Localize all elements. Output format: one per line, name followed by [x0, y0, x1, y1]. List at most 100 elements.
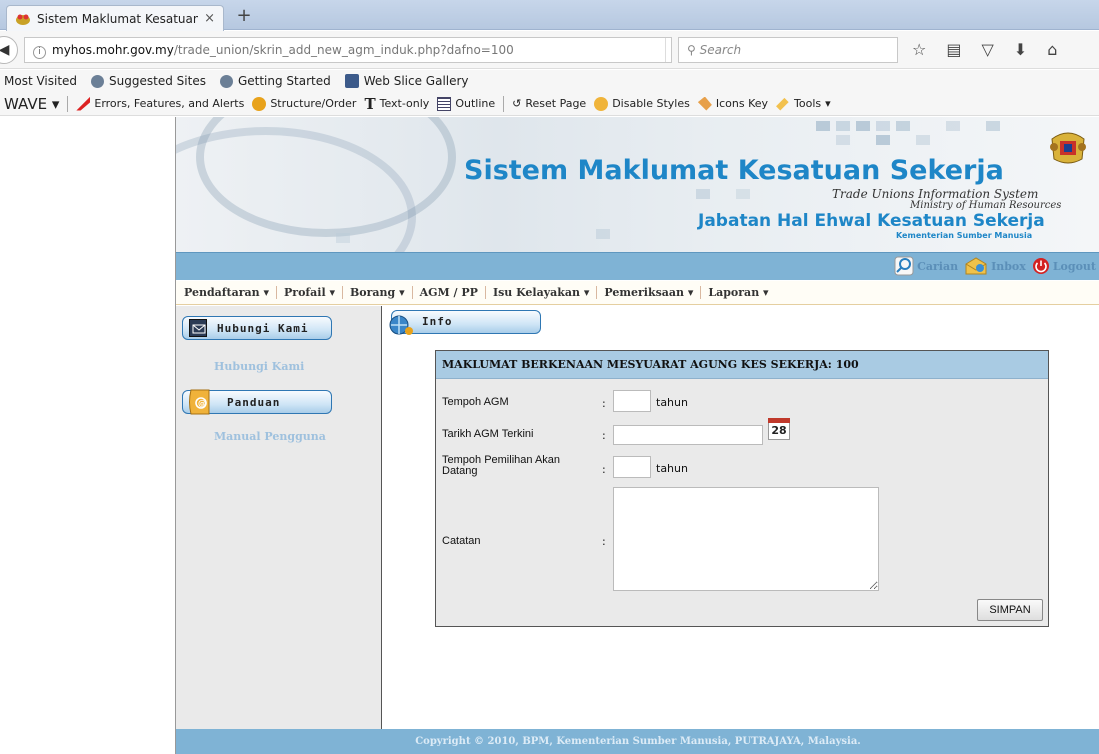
tarikh-agm-input[interactable]: [613, 425, 763, 445]
download-icon[interactable]: ⬇: [1014, 40, 1027, 59]
sidebar: Hubungi Kami Hubungi Kami @ Panduan Manu…: [176, 306, 382, 729]
power-icon: [1032, 258, 1049, 274]
banner-decoration: [736, 189, 750, 199]
wave-tools-button[interactable]: Tools ▾: [776, 97, 831, 111]
bookmarks-bar: Most Visited Suggested Sites Getting Sta…: [0, 70, 1099, 92]
footer-copyright: Copyright © 2010, BPM, Kementerian Sumbe…: [176, 729, 1099, 754]
chevron-down-icon: ▾: [395, 286, 405, 299]
logout-link[interactable]: Logout: [1032, 257, 1096, 275]
menu-item-borang[interactable]: Borang ▾: [343, 286, 413, 299]
url-path: /trade_union/skrin_add_new_agm_induk.php…: [173, 43, 514, 57]
menu-item-agm-pp[interactable]: AGM / PP: [413, 286, 486, 299]
banner-decoration: [856, 121, 870, 131]
toolbar-divider: [67, 95, 69, 112]
bookmark-suggested-sites[interactable]: Suggested Sites: [91, 74, 206, 88]
browser-tab[interactable]: Sistem Maklumat Kesatuan... ×: [6, 5, 224, 31]
wave-text-only-button[interactable]: T Text-only: [364, 95, 429, 113]
banner-decoration: [986, 121, 1000, 131]
globe-icon: [219, 74, 233, 88]
tab-title: Sistem Maklumat Kesatuan...: [37, 11, 199, 26]
hubungi-kami-header-button[interactable]: Hubungi Kami: [182, 316, 332, 340]
ministry-name: Kementerian Sumber Manusia: [896, 231, 1033, 240]
wave-outline-button[interactable]: Outline: [437, 96, 495, 111]
error-flag-icon: [76, 96, 91, 111]
chevron-down-icon: ▾: [684, 286, 694, 299]
search-link[interactable]: Carian: [894, 256, 958, 276]
site-info-icon[interactable]: i: [33, 46, 46, 59]
banner-decoration: [876, 121, 890, 131]
catatan-textarea[interactable]: [613, 487, 879, 591]
reset-icon: ↺: [512, 97, 522, 110]
site-favicon-icon: [15, 12, 31, 26]
icons-key-icon: [697, 96, 712, 111]
tab-close-icon[interactable]: ×: [204, 11, 215, 26]
bookmark-getting-started[interactable]: Getting Started: [219, 74, 331, 88]
disable-styles-icon: [594, 96, 609, 111]
structure-icon: [252, 96, 267, 111]
pocket-icon[interactable]: ▽: [981, 40, 993, 59]
site-subtitle-en: Trade Unions Information System: [832, 187, 1039, 201]
back-button[interactable]: ◀: [0, 36, 18, 64]
nav-icons: ☆ ▤ ▽ ⬇ ⌂: [912, 40, 1057, 59]
menu-item-pemeriksaan[interactable]: Pemeriksaan ▾: [597, 286, 702, 299]
menu-item-isu-kelayakan[interactable]: Isu Kelayakan ▾: [486, 286, 598, 299]
panduan-header-button[interactable]: @ Panduan: [182, 388, 332, 416]
colon: :: [602, 397, 606, 410]
web-slice-icon: [344, 74, 359, 88]
tempoh-pemilihan-label: Tempoh Pemilihan Akan Datang: [442, 454, 561, 477]
inbox-link[interactable]: Inbox: [964, 256, 1026, 276]
manual-pengguna-link[interactable]: Manual Pengguna: [214, 430, 326, 443]
home-icon[interactable]: ⌂: [1047, 40, 1057, 59]
banner-decoration: [946, 121, 960, 131]
wave-disable-styles-button[interactable]: Disable Styles: [594, 96, 690, 111]
wave-structure-button[interactable]: Structure/Order: [252, 96, 356, 111]
magnifier-icon: [894, 256, 914, 276]
wave-reset-button[interactable]: ↺ Reset Page: [512, 97, 586, 110]
outline-icon: [437, 96, 452, 111]
simpan-button[interactable]: SIMPAN: [977, 599, 1043, 621]
tempoh-pemilihan-unit: tahun: [656, 462, 688, 475]
browser-tab-bar: Sistem Maklumat Kesatuan... × +: [0, 0, 1099, 31]
site-title: Sistem Maklumat Kesatuan Sekerja: [464, 155, 1004, 186]
menu-item-pendaftaran[interactable]: Pendaftaran ▾: [176, 286, 278, 299]
tempoh-agm-unit: tahun: [656, 396, 688, 409]
reload-icon[interactable]: ↻: [665, 38, 671, 62]
search-placeholder: Search: [699, 43, 742, 57]
book-icon: @: [187, 388, 213, 416]
wave-errors-button[interactable]: Errors, Features, and Alerts: [76, 96, 244, 111]
ministry-subtitle-en: Ministry of Human Resources: [910, 200, 1062, 211]
search-input[interactable]: ⚲ Search: [678, 37, 898, 63]
calendar-icon[interactable]: 28: [768, 418, 790, 440]
banner-decoration: [876, 135, 890, 145]
hubungi-kami-link[interactable]: Hubungi Kami: [214, 360, 304, 373]
new-tab-button[interactable]: +: [232, 5, 256, 26]
wave-icons-key-button[interactable]: Icons Key: [697, 96, 768, 111]
menu-item-laporan[interactable]: Laporan ▾: [701, 286, 775, 299]
globe-icon: [91, 74, 105, 88]
toolbar-divider: [503, 95, 505, 112]
bookmark-web-slice-gallery[interactable]: Web Slice Gallery: [344, 74, 469, 88]
colon: :: [602, 463, 606, 476]
top-link-bar: Carian Inbox Logout: [176, 252, 1099, 280]
tempoh-agm-input[interactable]: [613, 390, 651, 412]
web-page: Sistem Maklumat Kesatuan Sekerja Trade U…: [175, 117, 1099, 754]
department-name: Jabatan Hal Ehwal Kesatuan Sekerja: [698, 211, 1045, 231]
reading-list-icon[interactable]: ▤: [946, 40, 961, 59]
url-bar[interactable]: i myhos.mohr.gov.my/trade_union/skrin_add…: [24, 37, 672, 63]
tempoh-pemilihan-input[interactable]: [613, 456, 651, 478]
wave-toolbar: WAVE ▾ Errors, Features, and Alerts Stru…: [0, 92, 1099, 116]
mail-icon: [965, 257, 987, 275]
banner-decoration: [836, 135, 850, 145]
colon: :: [602, 535, 606, 548]
menu-item-profail[interactable]: Profail ▾: [277, 286, 343, 299]
chevron-down-icon: ▾: [259, 286, 270, 299]
wave-menu[interactable]: WAVE ▾: [4, 95, 59, 113]
tools-icon: [776, 97, 789, 111]
form-heading: MAKLUMAT BERKENAAN MESYUARAT AGUNG KES S…: [436, 351, 1048, 379]
chevron-down-icon: ▾: [580, 286, 590, 299]
bookmark-most-visited[interactable]: Most Visited: [4, 74, 77, 88]
banner-decoration: [896, 121, 910, 131]
bookmark-star-icon[interactable]: ☆: [912, 40, 926, 59]
malaysia-crest-logo: [1046, 125, 1090, 169]
banner-decoration: [336, 233, 350, 243]
